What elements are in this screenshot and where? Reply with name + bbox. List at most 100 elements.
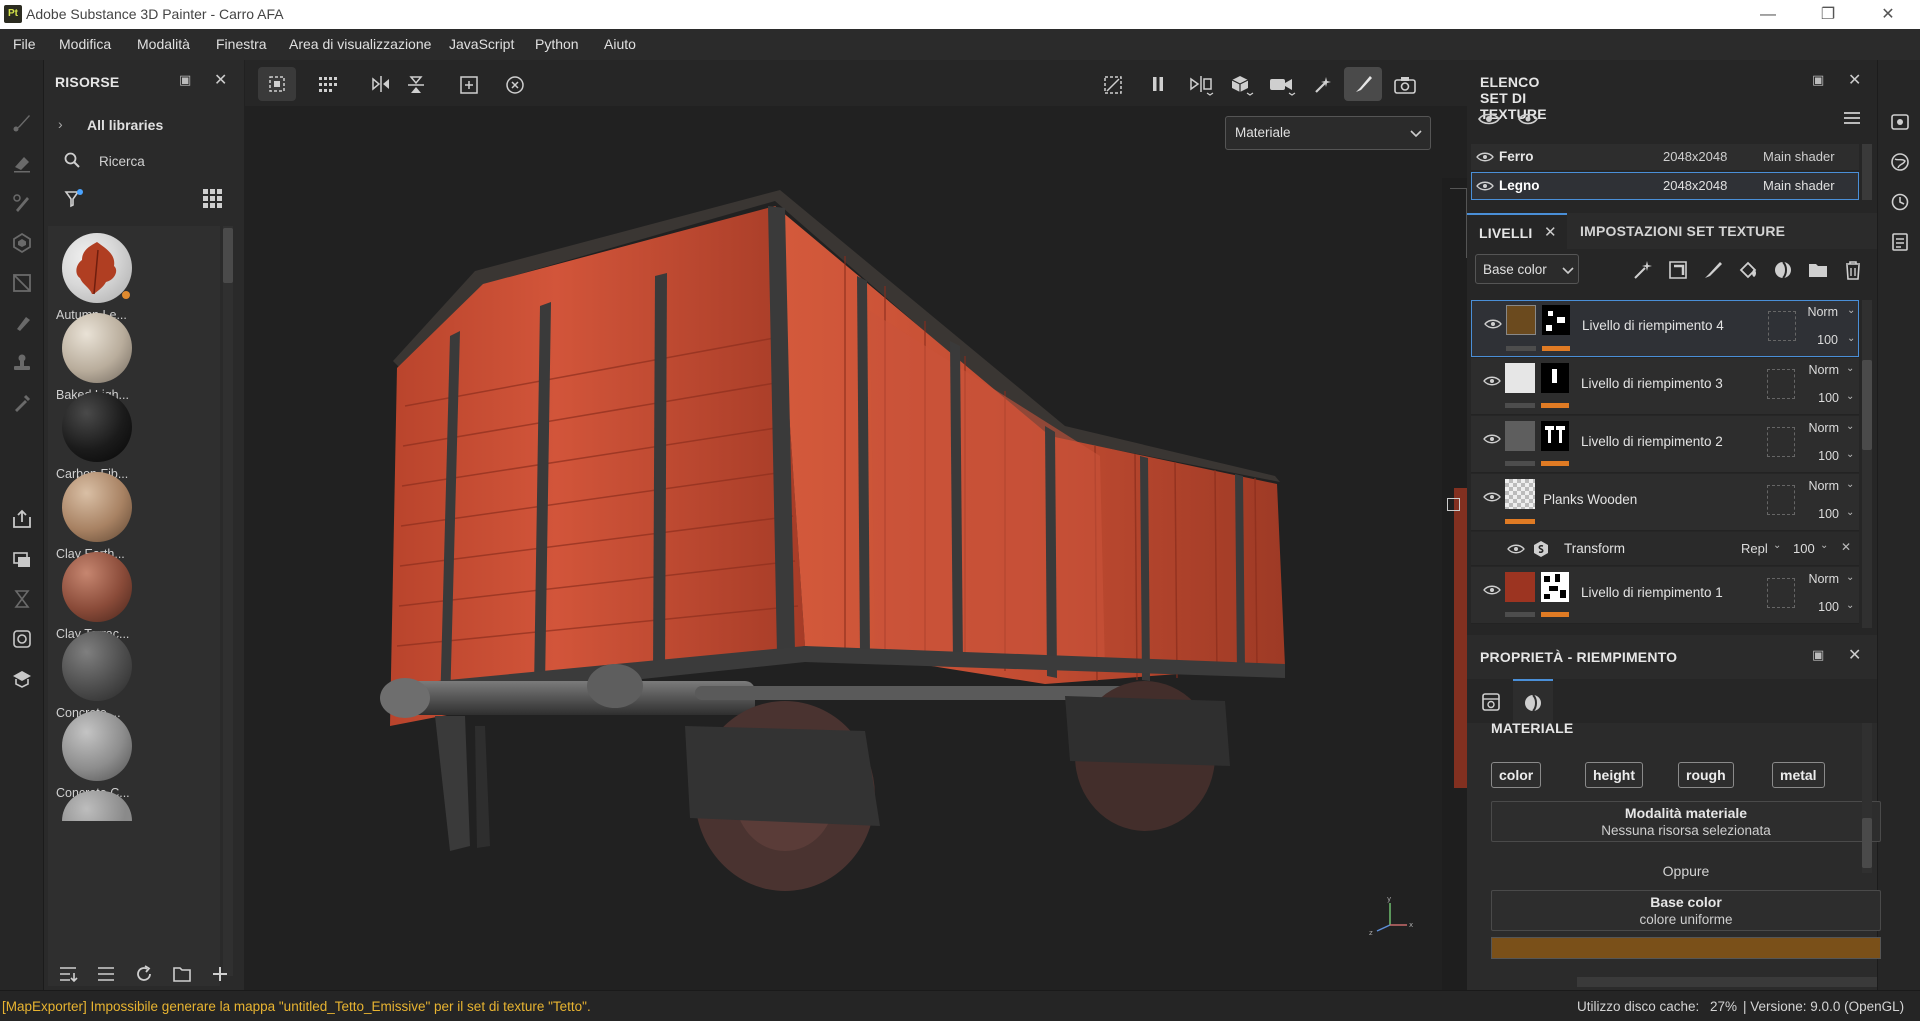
layer-blend-mode[interactable]: Norm <box>1808 479 1839 493</box>
layer-row[interactable]: Livello di riempimento 1 Norm ⌄ 100 ⌄ <box>1471 567 1859 624</box>
sublayer-opacity[interactable]: 100 <box>1793 541 1815 556</box>
clone-stamp-icon[interactable] <box>11 352 33 374</box>
texture-set-row[interactable]: Ferro 2048x2048 Main shader <box>1471 144 1859 170</box>
layer-slot-empty[interactable] <box>1767 427 1795 457</box>
export-icon[interactable] <box>11 508 33 530</box>
layer-color-swatch[interactable] <box>1505 421 1535 451</box>
log-document-icon[interactable] <box>1890 232 1910 252</box>
symmetry-y-button[interactable] <box>397 67 435 101</box>
layer-opacity[interactable]: 100 <box>1818 507 1839 521</box>
channel-color-button[interactable]: color <box>1491 762 1542 788</box>
eye-icon[interactable] <box>1483 491 1501 503</box>
smudge-tool-icon[interactable] <box>11 312 33 334</box>
menu-modifica[interactable]: Modifica <box>59 36 111 52</box>
close-tab-icon[interactable]: ✕ <box>1544 223 1557 241</box>
layer-blend-mode[interactable]: Norm <box>1807 305 1838 319</box>
shader-settings-icon[interactable] <box>11 628 33 650</box>
camera-mode-button[interactable] <box>1261 67 1299 101</box>
refresh-icon[interactable] <box>134 964 154 984</box>
layer-opacity[interactable]: 100 <box>1818 600 1839 614</box>
menu-python[interactable]: Python <box>535 36 579 52</box>
transform-sublayer-row[interactable]: Transform Repl ⌄ 100 ⌄ ✕ <box>1471 532 1859 566</box>
learn-icon[interactable] <box>11 668 33 690</box>
library-selector[interactable]: All libraries <box>87 117 163 133</box>
properties-scroll-thumb[interactable] <box>1862 818 1872 868</box>
resources-scrollbar[interactable] <box>223 226 233 976</box>
chevron-right-icon[interactable]: › <box>58 116 63 132</box>
sublayer-blend-mode[interactable]: Repl <box>1741 541 1768 556</box>
add-smart-material-icon[interactable] <box>1772 259 1794 281</box>
tab-texture-settings[interactable]: IMPOSTAZIONI SET TEXTURE <box>1567 213 1797 249</box>
delete-layer-icon[interactable] <box>1842 259 1864 281</box>
add-frame-button[interactable] <box>449 67 487 101</box>
restore-icon[interactable]: ❐ <box>1800 0 1856 29</box>
folder-icon[interactable] <box>172 964 192 984</box>
grid-view-icon[interactable] <box>202 188 222 208</box>
display-settings-icon[interactable] <box>1890 112 1910 132</box>
add-icon[interactable] <box>210 964 230 984</box>
hide-uv-button[interactable] <box>1093 67 1131 101</box>
close-panel-icon[interactable]: ✕ <box>1848 645 1861 665</box>
menu-modalita[interactable]: Modalità <box>137 36 190 52</box>
layer-color-swatch[interactable] <box>1505 363 1535 393</box>
import-resource-icon[interactable] <box>58 964 78 984</box>
iray-render-button[interactable] <box>1303 67 1341 101</box>
picker-tool-icon[interactable] <box>11 392 33 414</box>
add-paint-layer-icon[interactable] <box>1702 259 1724 281</box>
layers-scrollbar[interactable] <box>1862 300 1872 628</box>
properties-scrollbar-track[interactable] <box>1862 723 1872 873</box>
layer-mask-thumbnail[interactable] <box>1541 363 1569 393</box>
menu-javascript[interactable]: JavaScript <box>449 36 514 52</box>
3d-viewport[interactable]: Materiale y x z <box>245 60 1467 990</box>
minimize-icon[interactable]: — <box>1740 0 1796 29</box>
split-view-button[interactable] <box>1181 67 1219 101</box>
menu-area-visualizzazione[interactable]: Area di visualizzazione <box>289 36 431 52</box>
menu-finestra[interactable]: Finestra <box>216 36 267 52</box>
layer-mask-thumbnail[interactable] <box>1542 305 1570 335</box>
tab-material-properties[interactable] <box>1513 679 1553 723</box>
tab-layers[interactable]: LIVELLI ✕ <box>1467 213 1567 249</box>
layer-slot-empty[interactable] <box>1768 311 1796 341</box>
texture-set-row-selected[interactable]: Legno 2048x2048 Main shader <box>1471 172 1859 200</box>
layer-mask-thumbnail[interactable] <box>1541 572 1569 602</box>
eye-icon[interactable] <box>1476 151 1494 163</box>
layer-opacity[interactable]: 100 <box>1818 391 1839 405</box>
menu-list-icon[interactable] <box>1843 111 1861 127</box>
projection-tool-icon[interactable] <box>11 192 33 214</box>
base-color-swatch[interactable] <box>1491 937 1881 959</box>
eye-icon[interactable] <box>1507 543 1525 555</box>
eye-icon[interactable] <box>1518 111 1538 127</box>
add-fill-layer-icon[interactable] <box>1737 259 1759 281</box>
close-window-icon[interactable]: ✕ <box>1860 0 1916 29</box>
properties-hscrollbar[interactable] <box>1577 977 1877 987</box>
layer-opacity[interactable]: 100 <box>1818 449 1839 463</box>
menu-aiuto[interactable]: Aiuto <box>604 36 636 52</box>
history-icon[interactable] <box>11 588 33 610</box>
brush-tool-icon[interactable] <box>11 112 33 134</box>
tab-fill-properties[interactable] <box>1471 679 1509 723</box>
layer-slot-empty[interactable] <box>1767 369 1795 399</box>
channel-rough-button[interactable]: rough <box>1678 762 1734 788</box>
eye-icon[interactable] <box>1483 433 1501 445</box>
filter-icon[interactable] <box>64 188 84 208</box>
properties-scrollbar[interactable] <box>1890 723 1900 990</box>
eye-icon[interactable] <box>1476 180 1494 192</box>
resources-scroll-thumb[interactable] <box>223 228 233 283</box>
pause-button[interactable] <box>1139 67 1177 101</box>
grid-layout-button[interactable] <box>308 67 346 101</box>
channel-metal-button[interactable]: metal <box>1772 762 1825 788</box>
material-mode-box[interactable]: Modalità materiale Nessuna risorsa selez… <box>1491 801 1881 842</box>
close-panel-icon[interactable]: ✕ <box>1848 70 1861 90</box>
eraser-tool-icon[interactable] <box>11 152 33 174</box>
layer-blend-mode[interactable]: Norm <box>1808 363 1839 377</box>
base-color-box[interactable]: Base color colore uniforme <box>1491 890 1881 931</box>
layer-row[interactable]: Planks Wooden Norm ⌄ 100 ⌄ <box>1471 474 1859 531</box>
layer-slot-empty[interactable] <box>1767 485 1795 515</box>
list-view-icon[interactable] <box>96 964 116 984</box>
eye-icon[interactable] <box>1483 375 1501 387</box>
channel-height-button[interactable]: height <box>1585 762 1643 788</box>
close-panel-icon[interactable]: ✕ <box>214 70 230 89</box>
paint-mode-button[interactable] <box>1344 67 1382 101</box>
layer-row[interactable]: Livello di riempimento 3 Norm ⌄ 100 ⌄ <box>1471 358 1859 415</box>
detach-panel-icon[interactable]: ▣ <box>179 72 195 88</box>
